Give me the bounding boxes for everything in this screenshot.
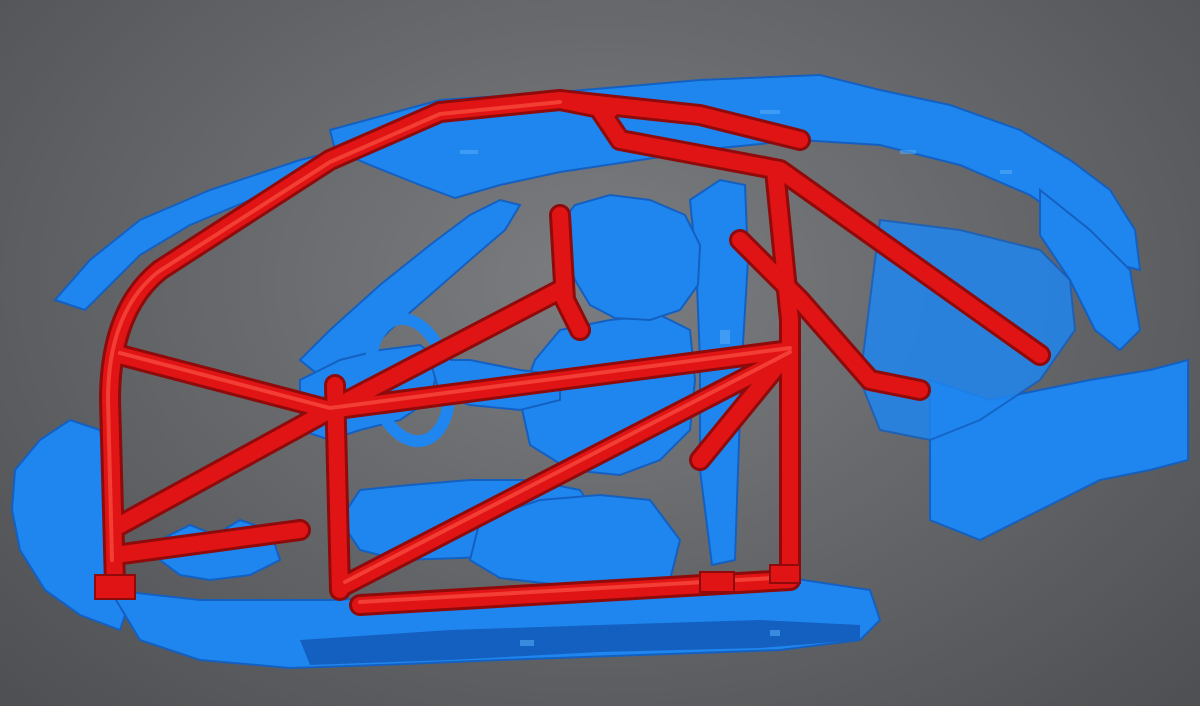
cage-base-plate-b (699, 571, 735, 593)
car-scan-scene (10, 73, 1189, 670)
cage-base-plate-b2 (769, 564, 801, 584)
cage-base-plate-front (94, 574, 136, 600)
3d-scan-viewport[interactable] (0, 0, 1200, 706)
